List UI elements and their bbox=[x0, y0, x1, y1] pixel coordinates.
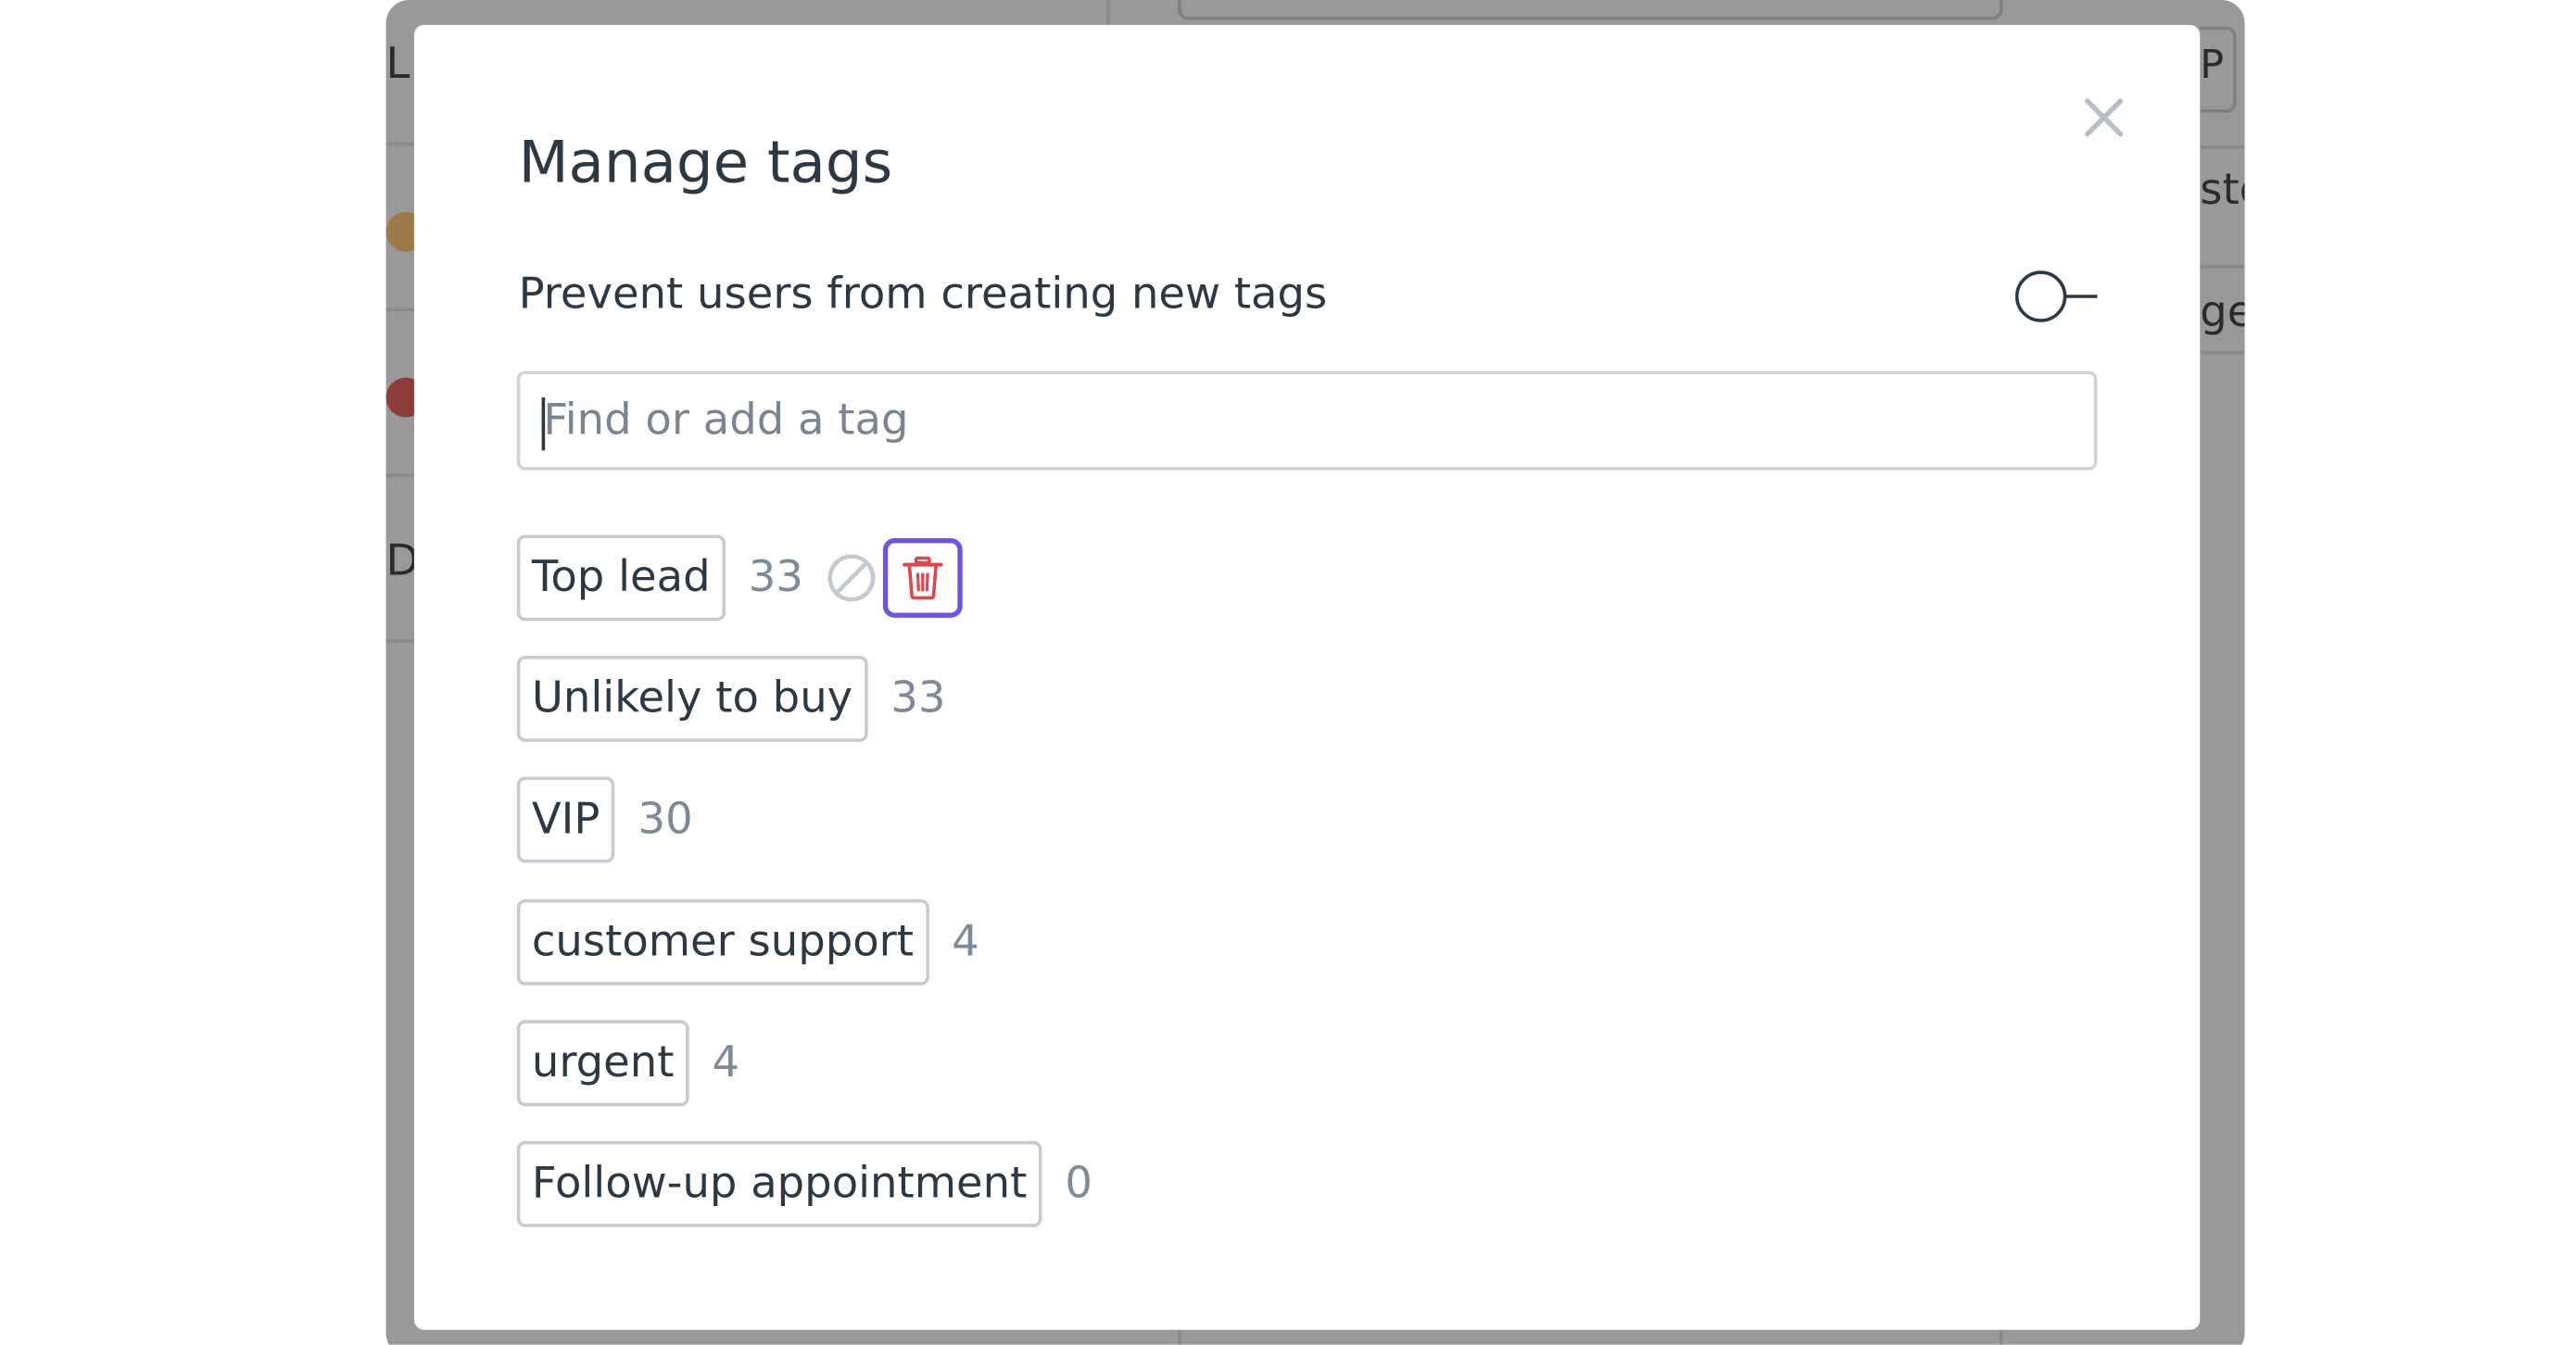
prevent-new-tags-label: Prevent users from creating new tags bbox=[518, 270, 1328, 321]
tag-chip[interactable]: Unlikely to buy bbox=[516, 655, 868, 742]
prevent-new-tags-toggle[interactable] bbox=[2014, 267, 2101, 326]
trash-icon bbox=[902, 556, 943, 600]
background-divider bbox=[2200, 265, 2245, 269]
close-button[interactable] bbox=[2077, 91, 2130, 144]
close-icon bbox=[2084, 98, 2124, 137]
manage-tags-modal: Manage tags Prevent users from creating … bbox=[413, 24, 2201, 1330]
background-divider bbox=[2200, 351, 2245, 355]
background-text-fragment: P bbox=[2200, 41, 2225, 88]
tag-chip[interactable]: urgent bbox=[516, 1020, 689, 1107]
tag-row: Unlikely to buy 33 bbox=[516, 654, 946, 744]
tag-row: Top lead 33 bbox=[516, 534, 963, 623]
tag-count: 33 bbox=[890, 673, 946, 724]
tag-chip[interactable]: customer support bbox=[516, 899, 929, 986]
background-text-fragment: L bbox=[385, 39, 410, 90]
tag-row: customer support 4 bbox=[516, 898, 979, 987]
background-divider bbox=[1178, 1329, 1181, 1345]
background-divider bbox=[2200, 145, 2245, 149]
page: L D P sto ge Manage tags Prevent users f… bbox=[0, 0, 2576, 1345]
tag-row: VIP 30 bbox=[516, 775, 693, 865]
tag-chip[interactable]: Follow-up appointment bbox=[516, 1140, 1042, 1227]
background-divider bbox=[1999, 1329, 2003, 1345]
tag-chip[interactable]: VIP bbox=[516, 776, 615, 863]
background-text-fragment: sto bbox=[2200, 165, 2244, 216]
background-divider bbox=[385, 142, 414, 146]
tag-row: urgent 4 bbox=[516, 1018, 740, 1108]
tag-count: 0 bbox=[1065, 1159, 1093, 1210]
tag-row: Follow-up appointment 0 bbox=[516, 1139, 1093, 1229]
delete-tag-button[interactable] bbox=[882, 538, 963, 618]
tag-search-box bbox=[516, 371, 2098, 471]
toggle-off-icon bbox=[2014, 270, 2098, 322]
tag-chip[interactable]: Top lead bbox=[516, 534, 726, 622]
tag-count: 4 bbox=[712, 1037, 740, 1088]
background-divider bbox=[385, 308, 414, 312]
background-text-fragment: ge bbox=[2200, 288, 2244, 338]
background-divider bbox=[385, 639, 414, 643]
tag-search-input[interactable] bbox=[543, 374, 2068, 468]
tag-count: 4 bbox=[952, 917, 979, 968]
tag-count: 33 bbox=[748, 553, 803, 603]
tag-count: 30 bbox=[638, 795, 693, 845]
background-divider bbox=[1106, 0, 1110, 25]
background-box bbox=[1178, 0, 2003, 20]
background-divider bbox=[385, 473, 414, 477]
modal-title: Manage tags bbox=[518, 131, 893, 197]
ban-icon[interactable] bbox=[827, 553, 877, 603]
